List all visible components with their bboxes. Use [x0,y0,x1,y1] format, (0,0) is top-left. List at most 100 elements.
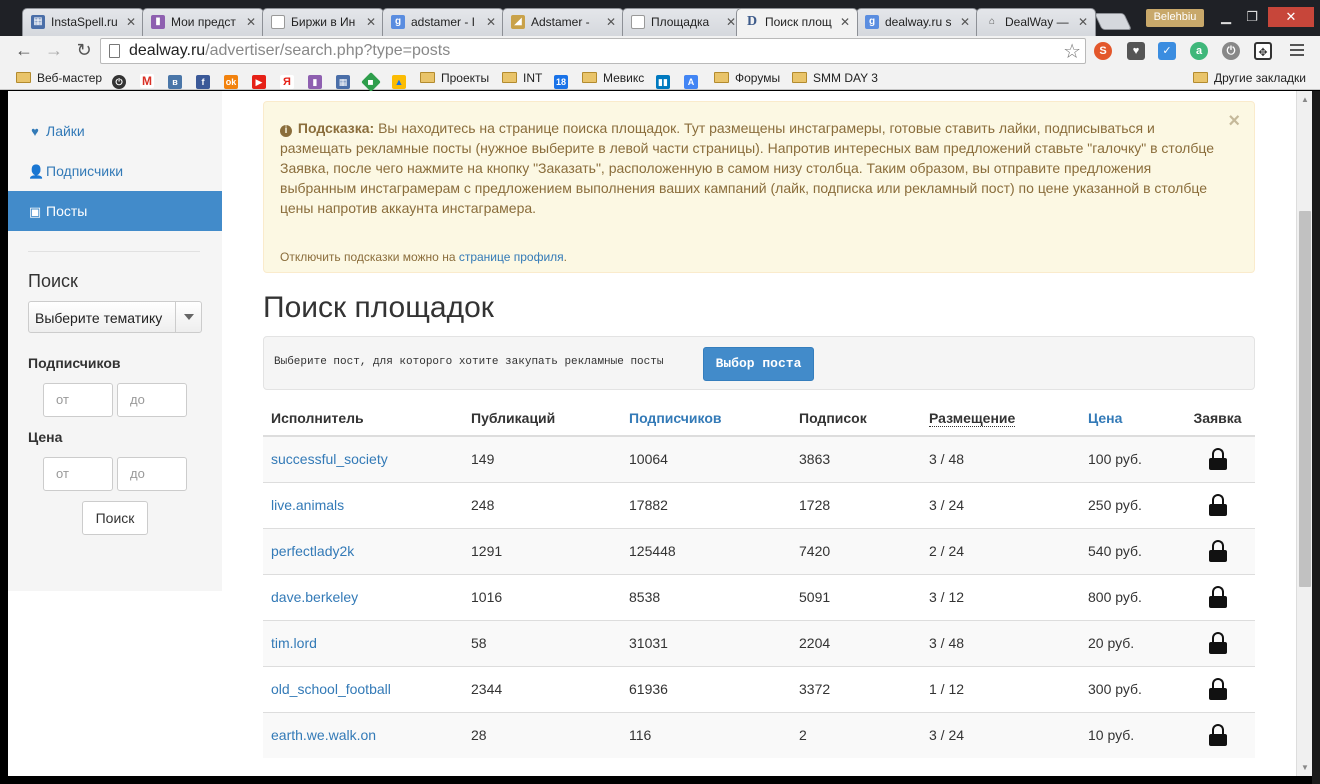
lock-icon[interactable] [1208,632,1227,654]
bookmark-icon-only[interactable]: ▮ [308,69,327,89]
bookmark-folder[interactable]: INT [502,69,542,87]
sidebar-item-subscribers[interactable]: 👤 Подписчики [8,151,222,191]
performer-link[interactable]: dave.berkeley [263,573,463,620]
table-row: perfectlady2k 1291 125448 7420 2 / 24 540 руб… [263,527,1255,574]
lock-icon[interactable] [1208,540,1227,562]
address-bar[interactable]: dealway.ru/advertiser/search.php?type=po… [100,38,1086,64]
new-tab-button[interactable] [1094,13,1132,30]
bookmark-icon-only[interactable]: ◆ [361,69,383,92]
performer-link[interactable]: old_school_football [263,665,463,712]
placement-cell: 2 / 24 [921,527,1080,574]
bookmark-star-icon[interactable]: ☆ [1063,39,1081,64]
bookmark-folder[interactable]: SMM DAY 3 [792,69,878,87]
profile-page-link[interactable]: странице профиля [459,250,564,264]
performer-link[interactable]: live.animals [263,481,463,528]
scroll-down-icon[interactable]: ▼ [1301,763,1309,772]
bookmark-icon-only[interactable]: ▦ [336,69,355,89]
hint-alert: i Подсказка: Вы находитесь на странице п… [263,101,1255,273]
subscribers-from-input[interactable]: от [43,383,113,417]
browser-tab[interactable]: ▦ InstaSpell.ru ✕ [22,8,144,36]
scroll-up-icon[interactable]: ▲ [1301,95,1309,104]
profile-name[interactable]: Belehbiu [1146,9,1204,27]
close-tab-icon[interactable]: ✕ [726,9,736,35]
bookmark-icon-only[interactable]: ok [224,69,243,89]
select-post-button[interactable]: Выбор поста [703,347,814,381]
bookmark-icon-only[interactable]: ▲ [392,69,411,89]
price-to-input[interactable]: до [117,457,187,491]
subscribers-to-input[interactable]: до [117,383,187,417]
bookmark-icon-only[interactable]: ⏻ [112,69,131,89]
search-button[interactable]: Поиск [82,501,148,535]
publications-cell: 149 [463,435,621,482]
bookmark-folder-other[interactable]: Другие закладки [1193,69,1306,87]
bookmark-icon-only[interactable]: Я [280,69,299,89]
forward-arrow-icon[interactable]: → [42,39,66,63]
close-tab-icon[interactable]: ✕ [1078,9,1088,35]
close-tab-icon[interactable]: ✕ [366,9,376,35]
browser-tab[interactable]: Биржи в Ин ✕ [262,8,384,36]
browser-tab[interactable]: g dealway.ru s ✕ [856,8,978,36]
crosshair-extension-icon[interactable]: ✥ [1254,42,1272,60]
bookmark-icon-only[interactable]: ▶ [252,69,271,89]
bookmark-icon-only[interactable]: M [140,69,159,88]
performer-link[interactable]: successful_society [263,435,463,482]
col-subscribers-sort[interactable]: Подписчиков [621,396,791,437]
col-price-sort[interactable]: Цена [1080,396,1180,437]
subscribers-cell: 10064 [621,435,791,482]
performer-link[interactable]: perfectlady2k [263,527,463,574]
close-tab-icon[interactable]: ✕ [606,9,616,35]
close-tab-icon[interactable]: ✕ [126,9,136,35]
chevron-down-icon [175,302,201,332]
close-tab-icon[interactable]: ✕ [960,9,970,35]
back-arrow-icon[interactable]: ← [12,39,36,63]
lock-icon[interactable] [1208,724,1227,747]
power-extension-icon[interactable]: ⏻ [1222,42,1240,60]
maximize-icon[interactable]: ❐ [1238,7,1266,27]
browser-tab[interactable]: ▮ Мои предст ✕ [142,8,264,36]
close-window-icon[interactable]: ✕ [1268,7,1314,27]
browser-tab[interactable]: Площадка ✕ [622,8,744,36]
bookmark-icon-only[interactable]: ▮▮ [656,69,675,89]
performer-link[interactable]: earth.we.walk.on [263,711,463,758]
browser-tab[interactable]: ◢ Adstamer - ✕ [502,8,624,36]
bookmark-icon-only[interactable]: A [684,69,703,89]
chrome-menu-icon[interactable] [1290,42,1304,59]
reload-icon[interactable]: ↻ [72,39,96,63]
topic-select[interactable]: Выберите тематику [28,301,202,333]
bookmark-folder[interactable]: Мевикс [582,69,644,87]
lock-icon[interactable] [1208,586,1227,608]
browser-tab-active[interactable]: D Поиск площ ✕ [736,8,858,36]
bookmark-icon-only[interactable]: в [168,69,187,89]
page-scrollbar[interactable]: ▲ ▼ [1296,91,1312,776]
bookmark-folder[interactable]: Форумы [714,69,780,87]
close-tab-icon[interactable]: ✕ [840,9,850,35]
lock-icon[interactable] [1208,678,1227,700]
sidebar-item-posts[interactable]: ▣ Посты [8,191,222,231]
folder-icon [16,72,31,83]
grammarly-icon[interactable]: a [1190,42,1208,60]
request-cell [1180,435,1255,482]
page-icon [109,44,120,58]
pocket-icon[interactable]: ♥ [1127,42,1145,60]
browser-tab[interactable]: ⌂ DealWay — ✕ [976,8,1096,36]
close-icon[interactable]: × [1228,110,1240,133]
bookmark-folder[interactable]: Проекты [420,69,489,87]
performer-link[interactable]: tim.lord [263,619,463,666]
bookmark-folder[interactable]: Веб-мастер [16,69,102,87]
scrollbar-thumb[interactable] [1299,211,1311,587]
folder-icon [792,72,807,83]
bookmark-icon-only[interactable]: 18 [554,69,573,89]
lock-icon[interactable] [1208,494,1227,516]
minimize-icon[interactable]: ▁ [1212,7,1240,27]
price-from-input[interactable]: от [43,457,113,491]
browser-tab[interactable]: g adstamer - I ✕ [382,8,504,36]
url-text[interactable]: dealway.ru/advertiser/search.php?type=po… [129,42,450,60]
close-tab-icon[interactable]: ✕ [486,9,496,35]
checkmark-extension-icon[interactable]: ✓ [1158,42,1176,60]
lock-icon[interactable] [1208,448,1227,471]
power-icon: ⏻ [112,75,126,89]
extension-icon[interactable]: S [1094,42,1112,60]
close-tab-icon[interactable]: ✕ [246,9,256,35]
sidebar-item-likes[interactable]: ♥ Лайки [8,111,222,151]
bookmark-icon-only[interactable]: f [196,69,215,89]
